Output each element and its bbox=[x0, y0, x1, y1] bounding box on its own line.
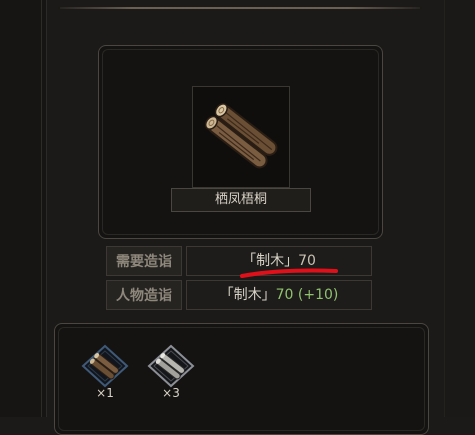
item-icon-frame[interactable] bbox=[192, 86, 290, 188]
wood-log-icon bbox=[204, 103, 278, 169]
character-skill-bonus: (+10) bbox=[297, 287, 339, 303]
wood-material-icon bbox=[81, 344, 129, 388]
item-detail-panel: 栖凤梧桐 bbox=[98, 45, 383, 239]
character-skill-value: 「制木」70 (+10) bbox=[186, 280, 372, 310]
red-underline-annotation bbox=[240, 268, 338, 278]
right-edge-strip bbox=[444, 0, 475, 417]
required-skill-label: 需要造诣 bbox=[106, 246, 182, 276]
character-skill-label: 人物造诣 bbox=[106, 280, 182, 310]
material-slot-1[interactable]: ×1 bbox=[79, 344, 129, 400]
wood-material-icon bbox=[147, 344, 195, 388]
material-1-quantity: ×1 bbox=[96, 386, 114, 400]
material-slot-2[interactable]: ×3 bbox=[145, 344, 195, 400]
top-divider bbox=[60, 7, 420, 9]
character-skill-number: 70 bbox=[275, 287, 294, 303]
materials-panel: ×1 ×3 bbox=[54, 323, 429, 435]
material-2-quantity: ×3 bbox=[162, 386, 180, 400]
character-skill-type: 「制木」 bbox=[219, 287, 276, 303]
item-name: 栖凤梧桐 bbox=[171, 188, 311, 212]
left-sidebar-strip bbox=[0, 0, 47, 417]
character-skill-row: 人物造诣 「制木」70 (+10) bbox=[106, 280, 372, 310]
